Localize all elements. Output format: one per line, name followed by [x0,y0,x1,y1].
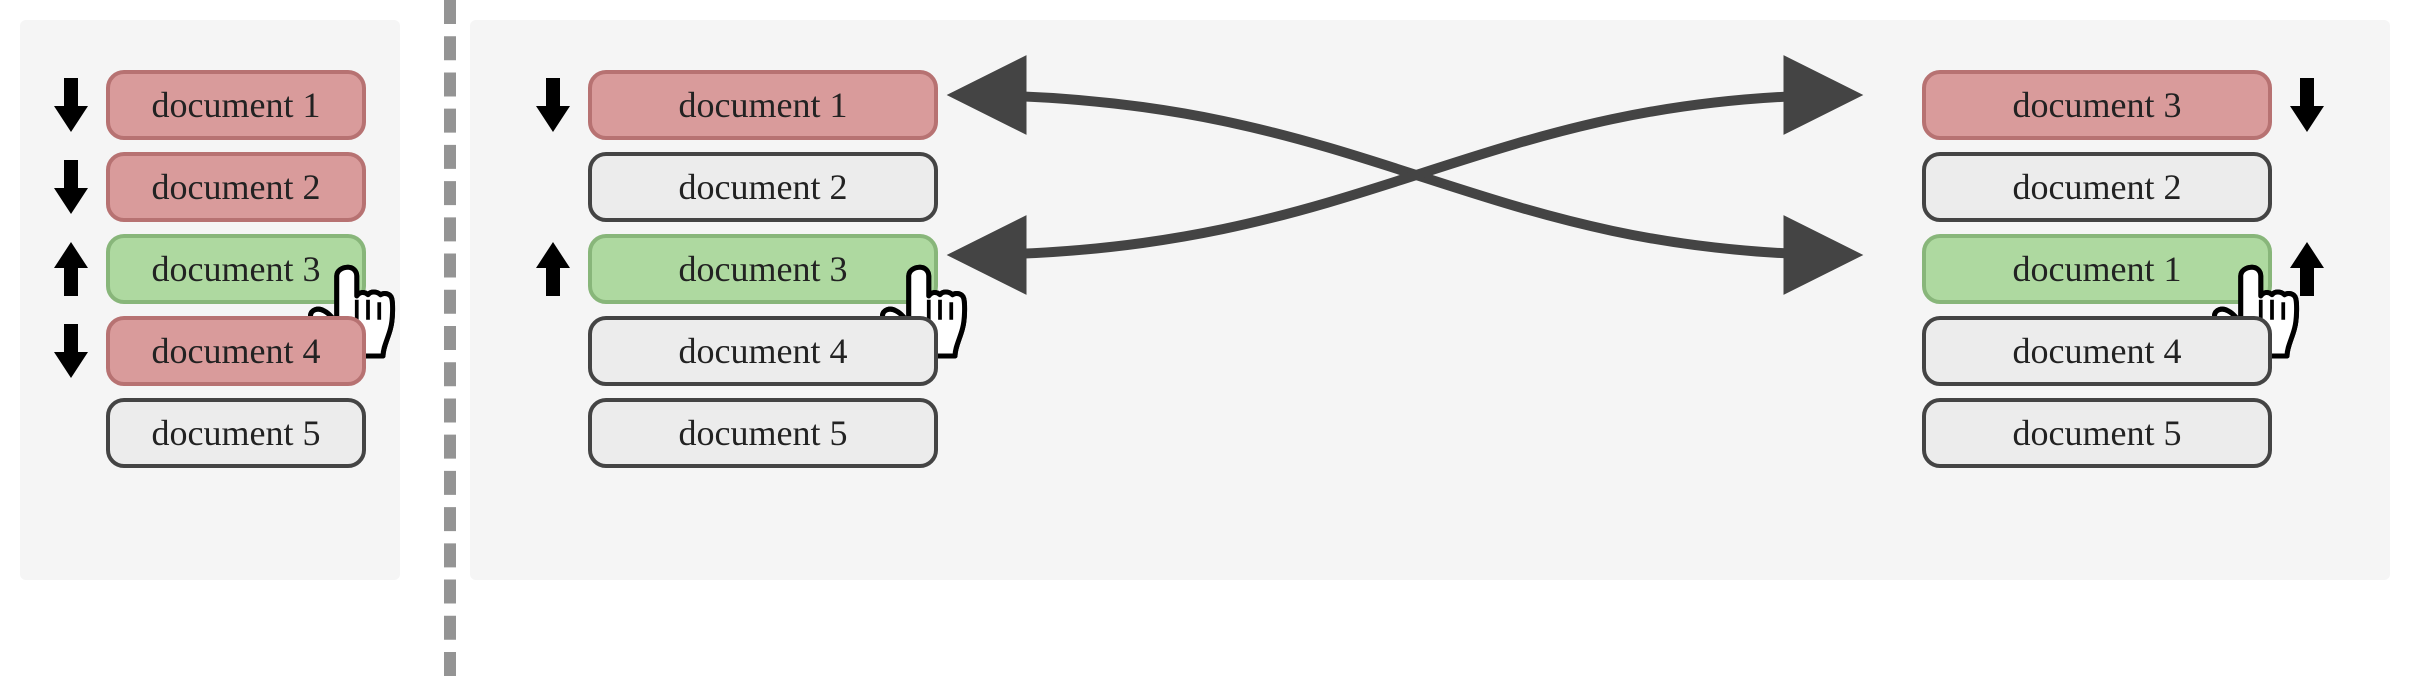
list-item: document 2 [48,152,372,222]
arrow-down-icon [52,321,90,381]
vote-arrow-slot [530,70,576,140]
panel-divider [430,0,470,676]
list-item: document 4 [530,316,938,386]
document-item[interactable]: document 4 [106,316,366,386]
document-label: document 5 [679,412,848,454]
vote-arrow-slot [2284,234,2330,304]
list-item: document 2 [1922,152,2330,222]
document-item-selected[interactable]: document 3 [588,234,938,304]
document-label: document 1 [679,84,848,126]
vote-arrow-slot [48,316,94,386]
arrow-up-icon [534,239,572,299]
document-item[interactable]: document 2 [106,152,366,222]
document-item[interactable]: document 4 [588,316,938,386]
vote-arrow-slot [48,152,94,222]
document-item[interactable]: document 1 [588,70,938,140]
document-item[interactable]: document 1 [106,70,366,140]
list-item: document 2 [530,152,938,222]
vote-arrow-slot [48,234,94,304]
document-item-selected[interactable]: document 1 [1922,234,2272,304]
vote-arrow-slot [2284,70,2330,140]
list-item: document 3 [1922,70,2330,140]
document-label: document 4 [2013,330,2182,372]
left-panel: document 1 document 2 document 3 [20,20,400,580]
list-item: document 1 [1922,234,2330,304]
document-label: document 5 [152,412,321,454]
vote-arrow-slot [48,70,94,140]
document-label: document 4 [679,330,848,372]
arrow-down-icon [534,75,572,135]
document-label: document 3 [679,248,848,290]
diagram-stage: document 1 document 2 document 3 [0,0,2422,676]
list-item: document 3 [48,234,372,304]
document-item-selected[interactable]: document 3 [106,234,366,304]
list-item: document 3 [530,234,938,304]
left-list: document 1 document 2 document 3 [48,70,372,468]
arrow-up-icon [52,239,90,299]
list-item: document 5 [48,398,372,468]
document-label: document 5 [2013,412,2182,454]
vote-arrow-slot [530,316,576,386]
list-item: document 4 [1922,316,2330,386]
document-label: document 2 [2013,166,2182,208]
document-item[interactable]: document 2 [1922,152,2272,222]
document-label: document 2 [679,166,848,208]
document-label: document 4 [152,330,321,372]
document-label: document 2 [152,166,321,208]
list-item: document 4 [48,316,372,386]
document-item[interactable]: document 2 [588,152,938,222]
document-item[interactable]: document 3 [1922,70,2272,140]
document-label: document 1 [152,84,321,126]
list-item: document 5 [1922,398,2330,468]
list-item: document 1 [530,70,938,140]
before-list: document 1 document 2 document 3 [530,70,938,540]
document-item[interactable]: document 5 [588,398,938,468]
document-label: document 1 [2013,248,2182,290]
vote-arrow-slot [48,398,94,468]
document-label: document 3 [2013,84,2182,126]
document-item[interactable]: document 4 [1922,316,2272,386]
document-item[interactable]: document 5 [1922,398,2272,468]
arrow-up-icon [2288,239,2326,299]
arrow-down-icon [2288,75,2326,135]
document-label: document 3 [152,248,321,290]
vote-arrow-slot [2284,316,2330,386]
right-panel: document 1 document 2 document 3 [470,20,2390,580]
document-item[interactable]: document 5 [106,398,366,468]
vote-arrow-slot [2284,152,2330,222]
after-list: document 3 document 2 document 1 [1922,70,2330,540]
arrow-down-icon [52,157,90,217]
arrow-down-icon [52,75,90,135]
dashed-divider-icon [444,0,456,676]
list-item: document 5 [530,398,938,468]
vote-arrow-slot [530,152,576,222]
list-item: document 1 [48,70,372,140]
vote-arrow-slot [530,398,576,468]
vote-arrow-slot [2284,398,2330,468]
vote-arrow-slot [530,234,576,304]
